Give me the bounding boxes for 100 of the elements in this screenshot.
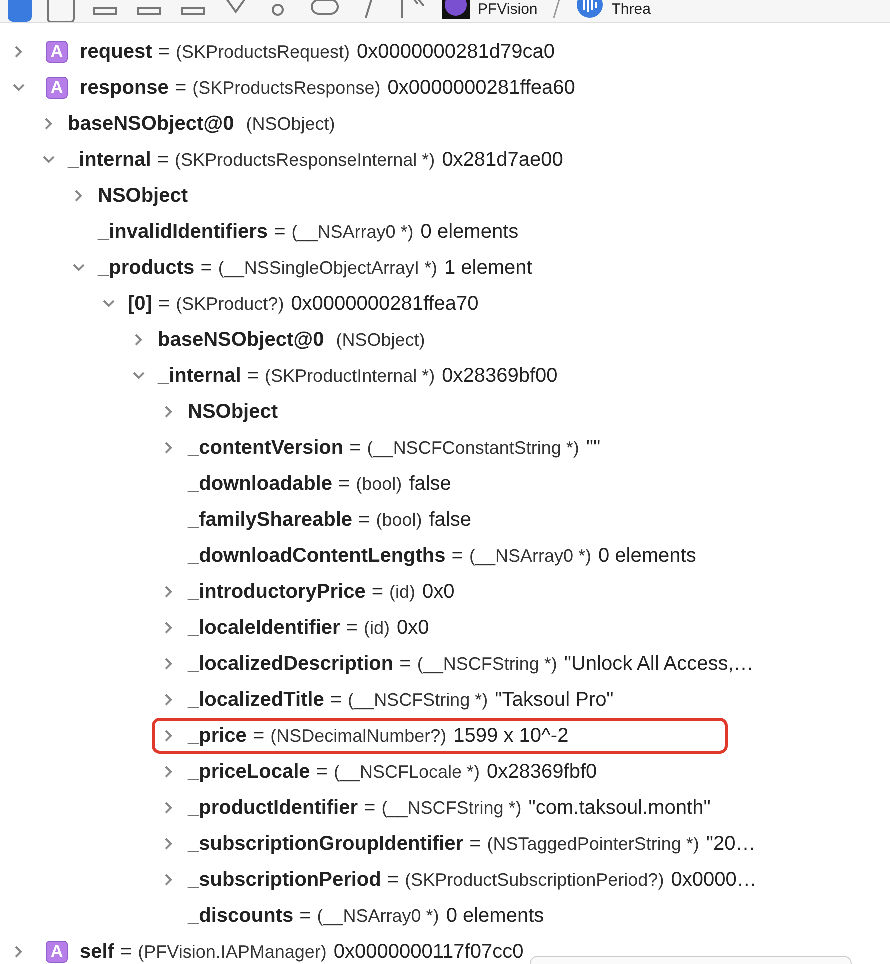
variable-value: 0x0000000281d79ca0 [357, 40, 555, 64]
variable-row[interactable]: _introductoryPrice = (id) 0x0 [0, 574, 890, 610]
variable-type: (NSObject) [336, 330, 426, 350]
equals-sign: = [372, 580, 384, 604]
variable-type: (__NSSingleObjectArrayI *) [218, 258, 438, 278]
variable-row[interactable]: _internal = (SKProductsResponseInternal *) 0x281d7ae00 [0, 142, 890, 178]
variable-value: 0x0000000117f07cc0 [334, 940, 524, 964]
variable-row[interactable]: NSObject [0, 178, 890, 214]
variable-name: _localizedTitle [188, 688, 324, 712]
variable-name: _localizedDescription [188, 652, 394, 676]
variable-row[interactable]: _localizedDescription = (__NSCFString *) "Unlock All Access,… [0, 646, 890, 682]
variable-name: request [80, 40, 152, 64]
variable-type: (SKProductsResponse) [192, 78, 381, 98]
variable-name: baseNSObject@0 [68, 112, 234, 136]
variable-type: (__NSCFString *) [348, 690, 488, 710]
variable-name: _subscriptionPeriod [188, 868, 382, 892]
variable-value: 1599 x 10^-2 [454, 724, 569, 748]
variable-row[interactable]: _subscriptionPeriod = (SKProductSubscriptionPeriod?) 0x0000… [0, 862, 890, 898]
equals-sign: = [346, 616, 358, 640]
variable-value: "Unlock All Access,… [564, 652, 754, 676]
equals-sign: = [252, 724, 265, 748]
variable-type: (__NSCFLocale *) [334, 762, 480, 782]
variable-value: 0 elements [446, 904, 544, 928]
variable-type: (SKProductsResponseInternal *) [175, 150, 436, 170]
variable-type: (__NSArray0 *) [292, 222, 414, 242]
equals-sign: = [316, 760, 328, 784]
breadcrumb-item[interactable]: PFVision [478, 0, 538, 20]
variable-name: response [80, 76, 169, 100]
equals-sign: = [364, 796, 376, 820]
variable-name: baseNSObject@0 [158, 328, 324, 352]
badge: A [46, 41, 68, 63]
equals-sign: = [400, 652, 412, 676]
variable-name: _productIdentifier [188, 796, 358, 820]
variable-row[interactable]: _products = (__NSSingleObjectArrayI *) 1 element [0, 250, 890, 286]
variable-row[interactable]: A request = (SKProductsRequest) 0x0000000281d79ca0 [0, 34, 890, 70]
equals-sign: = [247, 364, 260, 388]
variable-type: (SKProductSubscriptionPeriod?) [405, 870, 664, 890]
variable-name: NSObject [98, 184, 188, 208]
variable-row[interactable]: baseNSObject@0 (NSObject) [0, 322, 890, 358]
variable-row[interactable]: _discounts = (__NSArray0 *) 0 elements [0, 898, 890, 934]
breadcrumb-item[interactable]: Threa [612, 0, 651, 20]
variable-value: false [409, 472, 452, 496]
variable-type: (SKProductInternal *) [265, 366, 436, 386]
variable-name: _invalidIdentifiers [98, 220, 268, 244]
variable-value: 0x0000000281ffea70 [291, 292, 479, 316]
variable-row[interactable]: _downloadable = (bool) false [0, 466, 890, 502]
variable-name: self [80, 940, 114, 964]
variable-row[interactable]: _familyShareable = (bool) false [0, 502, 890, 538]
variable-row[interactable]: A self = (PFVision.IAPManager) 0x0000000117f07cc0 [0, 934, 890, 964]
variable-row[interactable]: NSObject [0, 394, 890, 430]
variable-name: _internal [158, 364, 242, 388]
variable-row[interactable]: baseNSObject@0 (NSObject) [0, 106, 890, 142]
variable-name: _downloadContentLengths [188, 544, 446, 568]
variable-row[interactable]: _localeIdentifier = (id) 0x0 [0, 610, 890, 646]
variable-type: (__NSCFString *) [382, 798, 522, 818]
variable-type: (id) [390, 582, 416, 602]
variable-row[interactable]: _internal = (SKProductInternal *) 0x28369bf00 [0, 358, 890, 394]
equals-sign: = [274, 220, 286, 244]
variable-type: (__NSCFConstantString *) [367, 438, 580, 458]
variable-row[interactable]: [0] = (SKProduct?) 0x0000000281ffea70 [0, 286, 890, 322]
variable-row[interactable]: A response = (SKProductsResponse) 0x0000000281ffea60 [0, 70, 890, 106]
variable-row[interactable]: _price = (NSDecimalNumber?) 1599 x 10^-2 [0, 718, 890, 754]
variable-type: (SKProduct?) [176, 294, 284, 314]
variable-row[interactable]: _invalidIdentifiers = (__NSArray0 *) 0 elements [0, 214, 890, 250]
equals-sign: = [330, 688, 342, 712]
equals-sign: = [300, 904, 312, 928]
variable-row[interactable]: _priceLocale = (__NSCFLocale *) 0x28369fbf0 [0, 754, 890, 790]
variable-row[interactable]: _subscriptionGroupIdentifier = (NSTaggedPointerString *) "20… [0, 826, 890, 862]
variable-row[interactable]: _localizedTitle = (__NSCFString *) "Taksoul Pro" [0, 682, 890, 718]
variable-name: _localeIdentifier [188, 616, 340, 640]
variable-value: 0 elements [420, 220, 519, 244]
equals-sign: = [158, 292, 170, 316]
variable-name: [0] [128, 292, 152, 316]
variable-name: _familyShareable [188, 508, 353, 532]
variable-row[interactable]: _downloadContentLengths = (__NSArray0 *) 0 elements [0, 538, 890, 574]
equals-sign: = [470, 832, 482, 856]
variable-type: (__NSArray0 *) [469, 546, 592, 566]
variable-value: 1 element [444, 256, 532, 280]
variable-name: _introductoryPrice [188, 580, 366, 604]
variable-value: 0x0000… [671, 868, 757, 892]
variable-type: (__NSArray0 *) [317, 906, 440, 926]
variable-value: "" [586, 436, 601, 460]
equals-sign: = [387, 868, 400, 892]
variable-row[interactable]: _productIdentifier = (__NSCFString *) "com.taksoul.month" [0, 790, 890, 826]
equals-sign: = [338, 472, 350, 496]
variable-type: (NSObject) [246, 114, 336, 134]
variable-value: 0x281d7ae00 [442, 148, 564, 172]
equals-sign: = [174, 76, 187, 100]
equals-sign: = [158, 40, 170, 64]
variable-name: _products [98, 256, 195, 280]
toolbar-button[interactable] [8, 0, 32, 22]
equals-sign: = [157, 148, 170, 172]
variable-value: "com.taksoul.month" [528, 796, 711, 820]
variable-row[interactable]: _contentVersion = (__NSCFConstantString *) "" [0, 430, 890, 466]
variable-name: _price [188, 724, 247, 748]
variable-value: 0x28369bf00 [442, 364, 558, 388]
variable-name: _priceLocale [188, 760, 310, 784]
variable-type: (__NSCFString *) [417, 654, 558, 674]
variable-value: 0x28369fbf0 [487, 760, 598, 784]
equals-sign: = [358, 508, 370, 532]
